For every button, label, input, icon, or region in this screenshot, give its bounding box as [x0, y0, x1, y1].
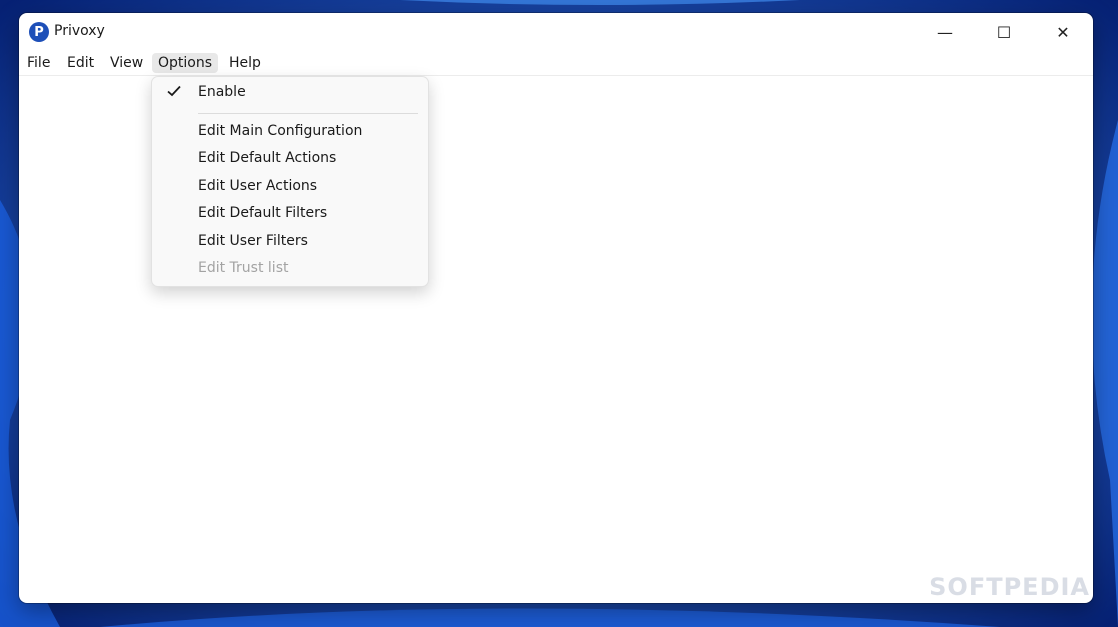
title-bar[interactable]: P Privoxy — ☐ ✕: [19, 13, 1093, 51]
menu-item-edit-user-filters[interactable]: Edit User Filters: [198, 231, 308, 251]
menu-item-edit-default-filters[interactable]: Edit Default Filters: [198, 203, 327, 223]
menu-item-enable[interactable]: Enable: [198, 82, 246, 102]
privoxy-app-icon: P: [29, 22, 49, 42]
maximize-button[interactable]: ☐: [975, 13, 1033, 51]
menu-item-edit-default-actions[interactable]: Edit Default Actions: [198, 148, 336, 168]
menu-item-edit-main-configuration[interactable]: Edit Main Configuration: [198, 121, 362, 141]
minimize-button[interactable]: —: [916, 13, 974, 51]
checkmark-icon: [167, 85, 181, 97]
close-icon: ✕: [1056, 22, 1070, 42]
minimize-icon: —: [937, 22, 953, 42]
window-title: Privoxy: [54, 23, 105, 39]
menu-options[interactable]: Options: [152, 53, 219, 73]
menu-help[interactable]: Help: [223, 53, 267, 73]
menu-item-edit-user-actions[interactable]: Edit User Actions: [198, 176, 317, 196]
menu-view[interactable]: View: [104, 53, 149, 73]
menu-edit[interactable]: Edit: [61, 53, 100, 73]
options-dropdown-menu: Enable Edit Main Configuration Edit Defa…: [151, 76, 429, 287]
menu-item-edit-trust-list: Edit Trust list: [198, 260, 289, 276]
close-button[interactable]: ✕: [1034, 13, 1092, 51]
privoxy-window: P Privoxy — ☐ ✕ File Edit View Options H…: [19, 13, 1093, 603]
softpedia-watermark: SOFTPEDIA: [929, 573, 1090, 601]
maximize-icon: ☐: [996, 22, 1012, 42]
menu-separator: [198, 113, 418, 114]
menu-file[interactable]: File: [21, 53, 56, 73]
menu-bar: File Edit View Options Help: [19, 51, 1093, 76]
